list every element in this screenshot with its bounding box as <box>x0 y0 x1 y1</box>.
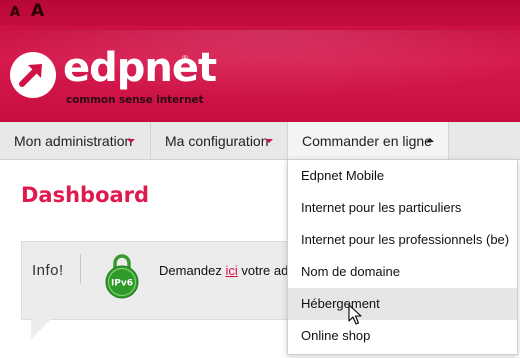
info-text-after: votre adr <box>237 263 293 278</box>
decrease-font-size-button[interactable]: A <box>10 4 20 22</box>
ipv6-badge-icon: IPv6 <box>105 254 139 299</box>
info-message: Demandez ici votre adr <box>159 263 293 278</box>
nav-mon-administration[interactable]: Mon administration <box>0 122 151 160</box>
commander-dropdown-menu: Edpnet Mobile Internet pour les particul… <box>287 159 518 355</box>
top-bar: A A <box>0 0 520 26</box>
brand-tagline: common sense internet <box>66 94 204 106</box>
chevron-down-icon <box>127 139 135 143</box>
info-text-before: Demandez <box>159 263 226 278</box>
info-divider <box>80 254 81 284</box>
site-header: A A edpnet ® common sense internet <box>0 0 520 122</box>
info-link[interactable]: ici <box>225 263 237 278</box>
menu-item-internet-particuliers[interactable]: Internet pour les particuliers <box>288 192 517 224</box>
brand-name[interactable]: edpnet <box>63 44 217 92</box>
registered-mark: ® <box>182 54 188 63</box>
nav-item-label: Ma configuration <box>165 133 269 149</box>
increase-font-size-button[interactable]: A <box>31 2 44 20</box>
menu-item-edpnet-mobile[interactable]: Edpnet Mobile <box>288 160 517 192</box>
main-nav: Mon administration Ma configuration Comm… <box>0 122 520 160</box>
ipv6-badge-text: IPv6 <box>111 279 133 289</box>
menu-item-online-shop[interactable]: Online shop <box>288 320 517 352</box>
menu-item-nom-de-domaine[interactable]: Nom de domaine <box>288 256 517 288</box>
chevron-down-icon <box>265 139 273 143</box>
menu-item-internet-professionnels[interactable]: Internet pour les professionnels (be) <box>288 224 517 256</box>
chevron-up-icon <box>426 138 434 142</box>
info-panel-tail <box>31 319 51 339</box>
nav-item-label: Commander en ligne <box>302 133 432 149</box>
nav-item-label: Mon administration <box>14 133 133 149</box>
info-panel <box>21 241 321 320</box>
menu-item-hebergement[interactable]: Hébergement <box>288 288 517 320</box>
nav-commander-en-ligne[interactable]: Commander en ligne <box>288 122 449 160</box>
nav-ma-configuration[interactable]: Ma configuration <box>151 122 288 160</box>
info-label: Info! <box>32 262 64 279</box>
edpnet-logo-icon[interactable] <box>8 50 58 100</box>
page-title: Dashboard <box>21 183 150 207</box>
